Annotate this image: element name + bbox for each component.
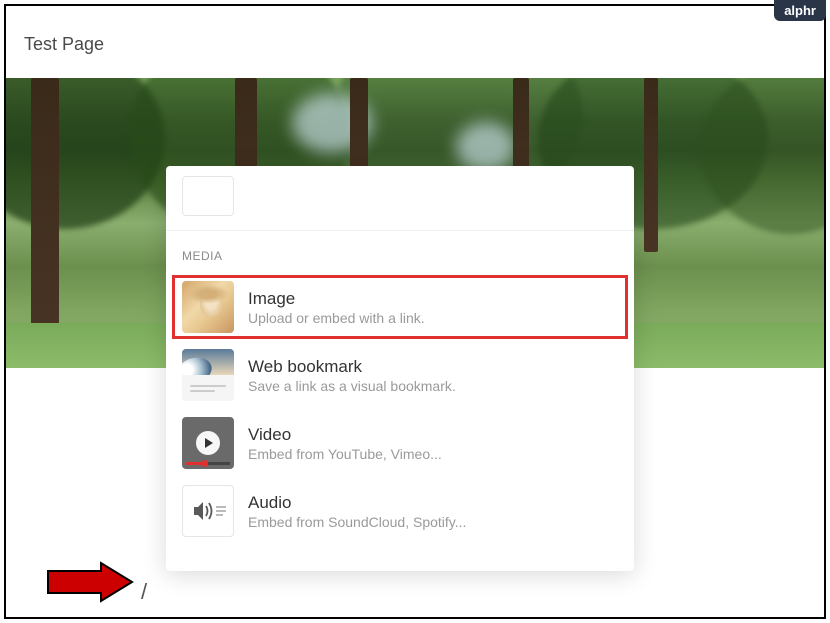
menu-item-title: Audio [248, 493, 618, 513]
menu-item-video[interactable]: Video Embed from YouTube, Vimeo... [166, 409, 634, 477]
slash-command-trigger[interactable]: / [141, 579, 147, 605]
menu-item-desc: Embed from SoundCloud, Spotify... [248, 514, 618, 530]
alphr-badge: alphr [774, 0, 826, 21]
menu-item-title: Image [248, 289, 618, 309]
menu-item-title: Video [248, 425, 618, 445]
annotation-arrow-icon [46, 561, 136, 603]
menu-item-previous[interactable] [166, 166, 634, 230]
audio-thumb-icon [182, 485, 234, 537]
bookmark-thumb-icon [182, 349, 234, 401]
thumb-placeholder-icon [182, 176, 234, 216]
app-frame: Test Page / MEDIA Image Upload or embed [4, 4, 826, 619]
truncated-description [248, 176, 252, 194]
video-thumb-icon [182, 417, 234, 469]
menu-item-desc: Embed from YouTube, Vimeo... [248, 446, 618, 462]
menu-item-web-bookmark[interactable]: Web bookmark Save a link as a visual boo… [166, 341, 634, 409]
slash-command-menu: MEDIA Image Upload or embed with a link.… [166, 166, 634, 571]
menu-item-title: Web bookmark [248, 357, 618, 377]
menu-item-image[interactable]: Image Upload or embed with a link. [166, 273, 634, 341]
menu-item-audio[interactable]: Audio Embed from SoundCloud, Spotify... [166, 477, 634, 545]
menu-item-desc: Save a link as a visual bookmark. [248, 378, 618, 394]
menu-item-desc: Upload or embed with a link. [248, 310, 618, 326]
page-title[interactable]: Test Page [24, 34, 104, 55]
image-thumb-icon [182, 281, 234, 333]
section-label-media: MEDIA [166, 231, 634, 273]
